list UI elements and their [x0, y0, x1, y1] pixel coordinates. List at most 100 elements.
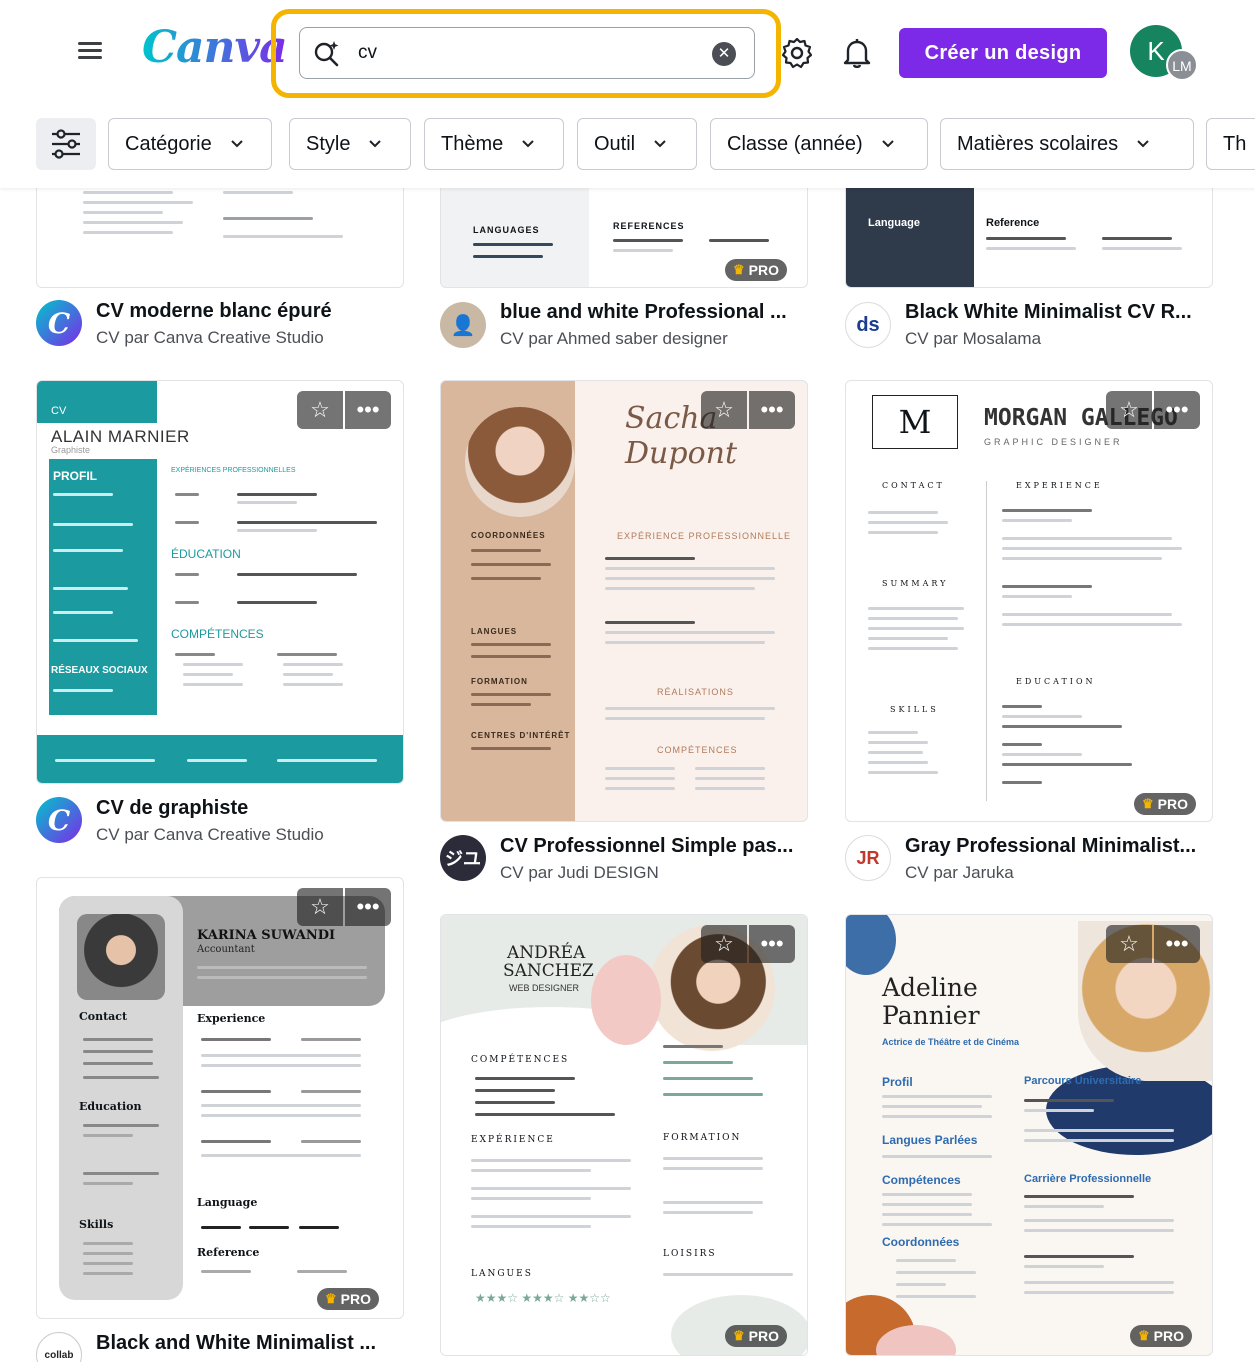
card-subtitle[interactable]: CV par Jaruka: [905, 863, 1014, 883]
template-thumbnail[interactable]: LANGUAGES REFERENCES ♛ PRO: [440, 188, 808, 288]
template-thumbnail[interactable]: Language Reference: [845, 188, 1213, 288]
chevron-down-icon: [231, 140, 243, 148]
section-label: REFERENCES: [613, 221, 685, 231]
card-subtitle[interactable]: CV par Judi DESIGN: [500, 863, 659, 883]
more-options-icon[interactable]: •••: [749, 391, 795, 429]
chevron-down-icon: [522, 140, 534, 148]
preview-text: Parcours Universitaire: [1024, 1075, 1142, 1087]
preview-text: PROFIL: [53, 469, 97, 483]
filter-label: Style: [306, 132, 351, 155]
filter-subjects[interactable]: Matières scolaires: [940, 118, 1194, 170]
preview-text: FORMATION: [471, 677, 528, 686]
creator-avatar[interactable]: collab: [36, 1332, 82, 1362]
star-icon[interactable]: ☆: [701, 925, 747, 963]
preview-text: Accountant: [197, 944, 255, 955]
thumbnail-actions: ☆ •••: [297, 888, 391, 926]
star-icon[interactable]: ☆: [297, 391, 343, 429]
search-box[interactable]: ✕: [299, 27, 755, 79]
creator-avatar[interactable]: C: [36, 797, 82, 843]
pro-badge: ♛ PRO: [725, 259, 787, 281]
thumbnail-actions: ☆ •••: [701, 391, 795, 429]
more-options-icon[interactable]: •••: [1154, 391, 1200, 429]
creator-avatar[interactable]: ジユ: [440, 835, 486, 881]
chevron-down-icon: [369, 140, 382, 148]
template-thumbnail[interactable]: Sacha Dupont COORDONNÉES LANGUES FORMATI…: [440, 380, 808, 822]
card-title[interactable]: Gray Professional Minimalist...: [905, 835, 1215, 858]
preview-text: Reference: [197, 1246, 260, 1259]
star-icon[interactable]: ☆: [1106, 391, 1152, 429]
preview-text: GRAPHIC DESIGNER: [984, 437, 1123, 447]
card-subtitle[interactable]: CV par Mosalama: [905, 329, 1041, 349]
section-label: Language: [868, 217, 920, 229]
filter-sliders-icon[interactable]: [36, 118, 96, 170]
gear-icon[interactable]: [780, 36, 814, 70]
card-title[interactable]: CV moderne blanc épuré: [96, 300, 416, 323]
filter-label: Matières scolaires: [957, 132, 1119, 155]
thumbnail-actions: ☆ •••: [701, 925, 795, 963]
magic-search-icon: [314, 41, 339, 67]
filter-theme-2[interactable]: Th: [1206, 118, 1255, 170]
preview-text: FORMATION: [663, 1133, 742, 1143]
chevron-down-icon: [881, 140, 894, 148]
filter-theme[interactable]: Thème: [424, 118, 564, 170]
thumbnail-actions: ☆ •••: [297, 391, 391, 429]
bell-icon[interactable]: [840, 36, 874, 70]
preview-name: SANCHEZ: [503, 961, 594, 981]
create-design-button[interactable]: Créer un design: [899, 28, 1107, 78]
section-label: Reference: [986, 217, 1040, 229]
star-icon[interactable]: ☆: [1106, 925, 1152, 963]
card-subtitle[interactable]: CV par Ahmed saber designer: [500, 329, 728, 349]
preview-text: LANGUES: [471, 627, 518, 636]
filter-tool[interactable]: Outil: [577, 118, 697, 170]
preview-text: Contact: [79, 1010, 128, 1023]
preview-text: COMPÉTENCES: [171, 627, 264, 641]
preview-name: KARINA SUWANDI: [197, 928, 336, 943]
preview-text: Actrice de Théâtre et de Cinéma: [882, 1037, 1020, 1047]
hamburger-menu-icon[interactable]: [74, 38, 106, 68]
preview-text: CENTRES D'INTÉRÊT: [471, 731, 571, 740]
template-thumbnail[interactable]: CV ALAIN MARNIER Graphiste PROFIL RÉSEAU…: [36, 380, 404, 784]
more-options-icon[interactable]: •••: [749, 925, 795, 963]
pro-label: PRO: [340, 1291, 371, 1307]
card-title[interactable]: CV de graphiste: [96, 797, 416, 820]
more-options-icon[interactable]: •••: [1154, 925, 1200, 963]
card-subtitle[interactable]: CV par Canva Creative Studio: [96, 328, 324, 348]
clear-icon[interactable]: ✕: [712, 42, 736, 66]
star-icon[interactable]: ☆: [701, 391, 747, 429]
thumbnail-actions: ☆ •••: [1106, 391, 1200, 429]
preview-text: CONTACT: [882, 481, 945, 490]
preview-text: ÉDUCATION: [171, 547, 241, 561]
canva-logo[interactable]: Canva: [142, 22, 288, 73]
card-subtitle[interactable]: CV par Canva Creative Studio: [96, 825, 324, 845]
card-title[interactable]: blue and white Professional ...: [500, 301, 810, 324]
more-options-icon[interactable]: •••: [345, 391, 391, 429]
preview-text: Language: [197, 1196, 258, 1209]
template-thumbnail[interactable]: M MORGAN GALLEGO GRAPHIC DESIGNER CONTAC…: [845, 380, 1213, 822]
template-thumbnail[interactable]: Adeline Pannier Actrice de Théâtre et de…: [845, 914, 1213, 1356]
more-options-icon[interactable]: •••: [345, 888, 391, 926]
creator-avatar[interactable]: C: [36, 300, 82, 346]
filter-label: Outil: [594, 132, 636, 155]
filter-category[interactable]: Catégorie: [108, 118, 272, 170]
creator-avatar[interactable]: 👤: [440, 302, 486, 348]
creator-avatar[interactable]: JR: [845, 835, 891, 881]
card-title[interactable]: CV Professionnel Simple pas...: [500, 835, 810, 858]
filter-grade[interactable]: Classe (année): [710, 118, 928, 170]
avatar[interactable]: K LM: [1130, 25, 1198, 81]
creator-avatar[interactable]: ds: [845, 302, 891, 348]
star-icon[interactable]: ☆: [297, 888, 343, 926]
preview-name: Pannier: [882, 1001, 980, 1030]
card-title[interactable]: Black and White Minimalist ...: [96, 1332, 416, 1355]
template-thumbnail[interactable]: ANDRÉA SANCHEZ WEB DESIGNER COMPÉTENCES …: [440, 914, 808, 1356]
preview-text: WEB DESIGNER: [509, 983, 580, 993]
avatar-team-badge: LM: [1166, 49, 1198, 81]
search-input[interactable]: [358, 38, 688, 68]
template-thumbnail[interactable]: [36, 188, 404, 288]
template-thumbnail[interactable]: KARINA SUWANDI Accountant Contact Educat…: [36, 877, 404, 1319]
card-title[interactable]: Black White Minimalist CV R...: [905, 301, 1215, 324]
preview-text: EXPERIENCE: [1016, 481, 1103, 490]
filter-style[interactable]: Style: [289, 118, 411, 170]
preview-text: Profil: [882, 1075, 913, 1089]
pro-badge: ♛ PRO: [725, 1325, 787, 1347]
chevron-down-icon: [1137, 140, 1149, 148]
